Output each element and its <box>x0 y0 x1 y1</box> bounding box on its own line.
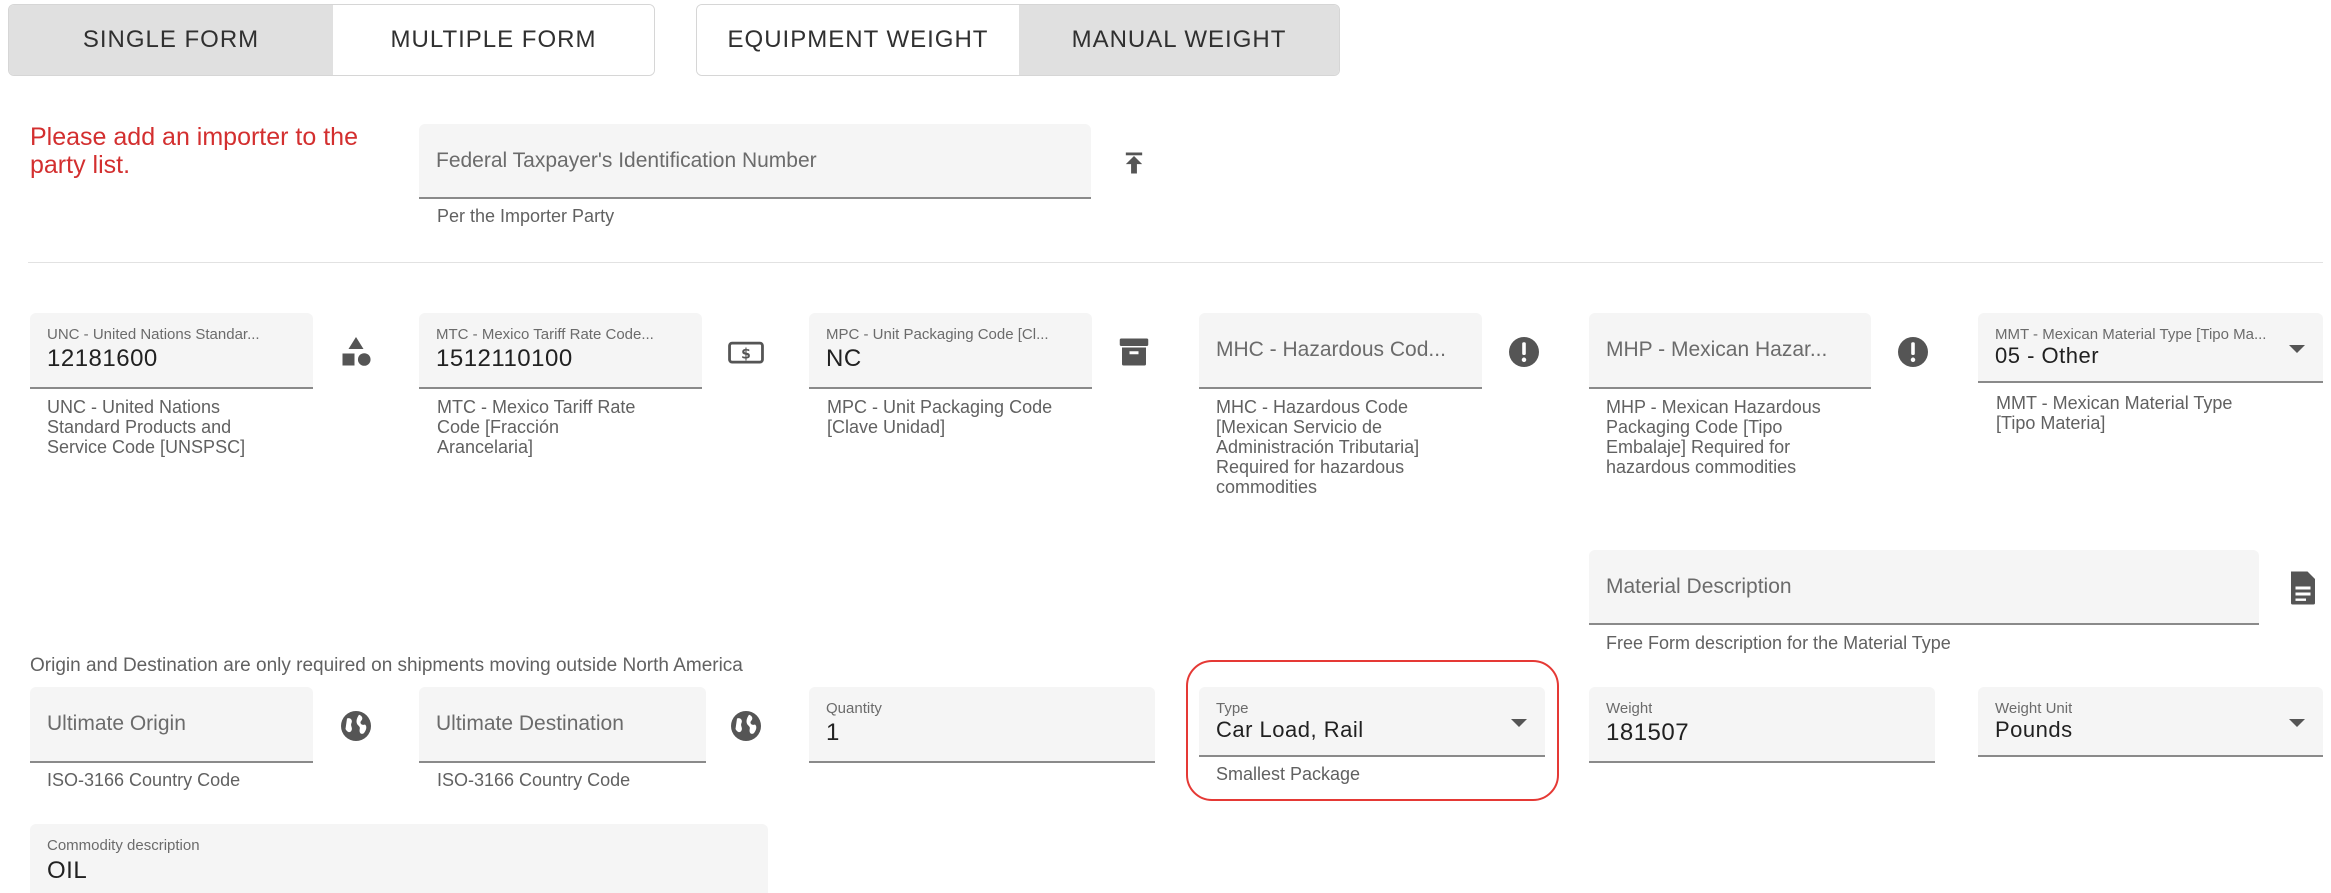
chevron-down-icon <box>2289 719 2305 727</box>
commodity-description-field[interactable]: Commodity description OIL <box>30 824 768 893</box>
unc-field[interactable]: UNC - United Nations Standar... 12181600 <box>30 313 313 389</box>
mmt-label: MMT - Mexican Material Type [Tipo Ma... <box>1995 326 2267 343</box>
type-select[interactable]: Type Car Load, Rail <box>1199 687 1545 757</box>
globe-icon[interactable] <box>726 706 766 746</box>
weight-value: 181507 <box>1606 719 1690 746</box>
document-icon[interactable] <box>2283 568 2323 608</box>
ultimate-origin-placeholder: Ultimate Origin <box>47 712 186 735</box>
type-helper: Smallest Package <box>1216 764 1361 784</box>
upload-icon[interactable] <box>1114 143 1154 183</box>
taxpayer-id-field[interactable]: Federal Taxpayer's Identification Number <box>419 124 1091 199</box>
mhc-placeholder: MHC - Hazardous Cod... <box>1216 338 1446 361</box>
mmt-helper: MMT - Mexican Material Type [Tipo Materi… <box>1996 393 2233 433</box>
origin-destination-note: Origin and Destination are only required… <box>30 655 743 676</box>
importer-warning: Please add an importer to the party list… <box>30 123 358 179</box>
quantity-label: Quantity <box>826 700 882 717</box>
section-divider <box>28 262 2323 263</box>
unc-label: UNC - United Nations Standar... <box>47 326 260 343</box>
alert-icon[interactable] <box>1504 332 1544 372</box>
mtc-value: 1512110100 <box>436 345 573 372</box>
money-icon[interactable]: $ <box>726 332 766 372</box>
alert-icon[interactable] <box>1893 332 1933 372</box>
taxpayer-id-placeholder: Federal Taxpayer's Identification Number <box>436 148 817 172</box>
material-description-field[interactable]: Material Description <box>1589 550 2259 625</box>
mhp-placeholder: MHP - Mexican Hazar... <box>1606 338 1828 361</box>
mtc-label: MTC - Mexico Tariff Rate Code... <box>436 326 654 343</box>
weight-unit-value: Pounds <box>1995 717 2073 742</box>
equipment-weight-button[interactable]: EQUIPMENT WEIGHT <box>697 5 1019 75</box>
mpc-value: NC <box>826 345 862 372</box>
mmt-select[interactable]: MMT - Mexican Material Type [Tipo Ma... … <box>1978 313 2323 383</box>
weight-label: Weight <box>1606 700 1653 717</box>
type-label: Type <box>1216 700 1249 717</box>
globe-icon[interactable] <box>336 706 376 746</box>
weight-unit-label: Weight Unit <box>1995 700 2073 717</box>
manual-weight-button[interactable]: MANUAL WEIGHT <box>1019 5 1339 75</box>
quantity-field[interactable]: Quantity 1 <box>809 687 1155 763</box>
weight-mode-toggle: EQUIPMENT WEIGHT MANUAL WEIGHT <box>696 4 1340 76</box>
shapes-icon[interactable] <box>336 332 376 372</box>
chevron-down-icon <box>2289 345 2305 353</box>
ultimate-destination-placeholder: Ultimate Destination <box>436 712 624 735</box>
ultimate-destination-field[interactable]: Ultimate Destination <box>419 687 706 763</box>
material-description-helper: Free Form description for the Material T… <box>1606 633 1951 653</box>
mpc-helper: MPC - Unit Packaging Code [Clave Unidad] <box>827 397 1053 437</box>
single-form-button[interactable]: SINGLE FORM <box>9 5 333 75</box>
commodity-description-label: Commodity description <box>47 837 200 854</box>
unc-helper: UNC - United Nations Standard Products a… <box>47 397 246 457</box>
taxpayer-id-helper: Per the Importer Party <box>437 206 615 226</box>
mtc-helper: MTC - Mexico Tariff Rate Code [Fracción … <box>437 397 636 457</box>
type-value: Car Load, Rail <box>1216 717 1364 742</box>
unc-value: 12181600 <box>47 345 158 372</box>
svg-text:$: $ <box>741 346 751 362</box>
ultimate-origin-field[interactable]: Ultimate Origin <box>30 687 313 763</box>
material-description-placeholder: Material Description <box>1606 574 1792 598</box>
mhc-helper: MHC - Hazardous Code [Mexican Servicio d… <box>1216 397 1420 497</box>
mpc-field[interactable]: MPC - Unit Packaging Code [Cl... NC <box>809 313 1092 389</box>
ultimate-destination-helper: ISO-3166 Country Code <box>437 770 631 790</box>
mhc-field[interactable]: MHC - Hazardous Cod... <box>1199 313 1482 389</box>
weight-field[interactable]: Weight 181507 <box>1589 687 1935 763</box>
weight-unit-select[interactable]: Weight Unit Pounds <box>1978 687 2323 757</box>
mpc-label: MPC - Unit Packaging Code [Cl... <box>826 326 1049 343</box>
ultimate-origin-helper: ISO-3166 Country Code <box>47 770 241 790</box>
archive-icon[interactable] <box>1114 332 1154 372</box>
mmt-value: 05 - Other <box>1995 343 2100 368</box>
mhp-field[interactable]: MHP - Mexican Hazar... <box>1589 313 1871 389</box>
quantity-value: 1 <box>826 719 840 746</box>
chevron-down-icon <box>1511 719 1527 727</box>
commodity-description-value: OIL <box>47 857 88 884</box>
form-mode-toggle: SINGLE FORM MULTIPLE FORM <box>8 4 655 76</box>
multiple-form-button[interactable]: MULTIPLE FORM <box>333 5 654 75</box>
mhp-helper: MHP - Mexican Hazardous Packaging Code [… <box>1606 397 1821 477</box>
mtc-field[interactable]: MTC - Mexico Tariff Rate Code... 1512110… <box>419 313 702 389</box>
